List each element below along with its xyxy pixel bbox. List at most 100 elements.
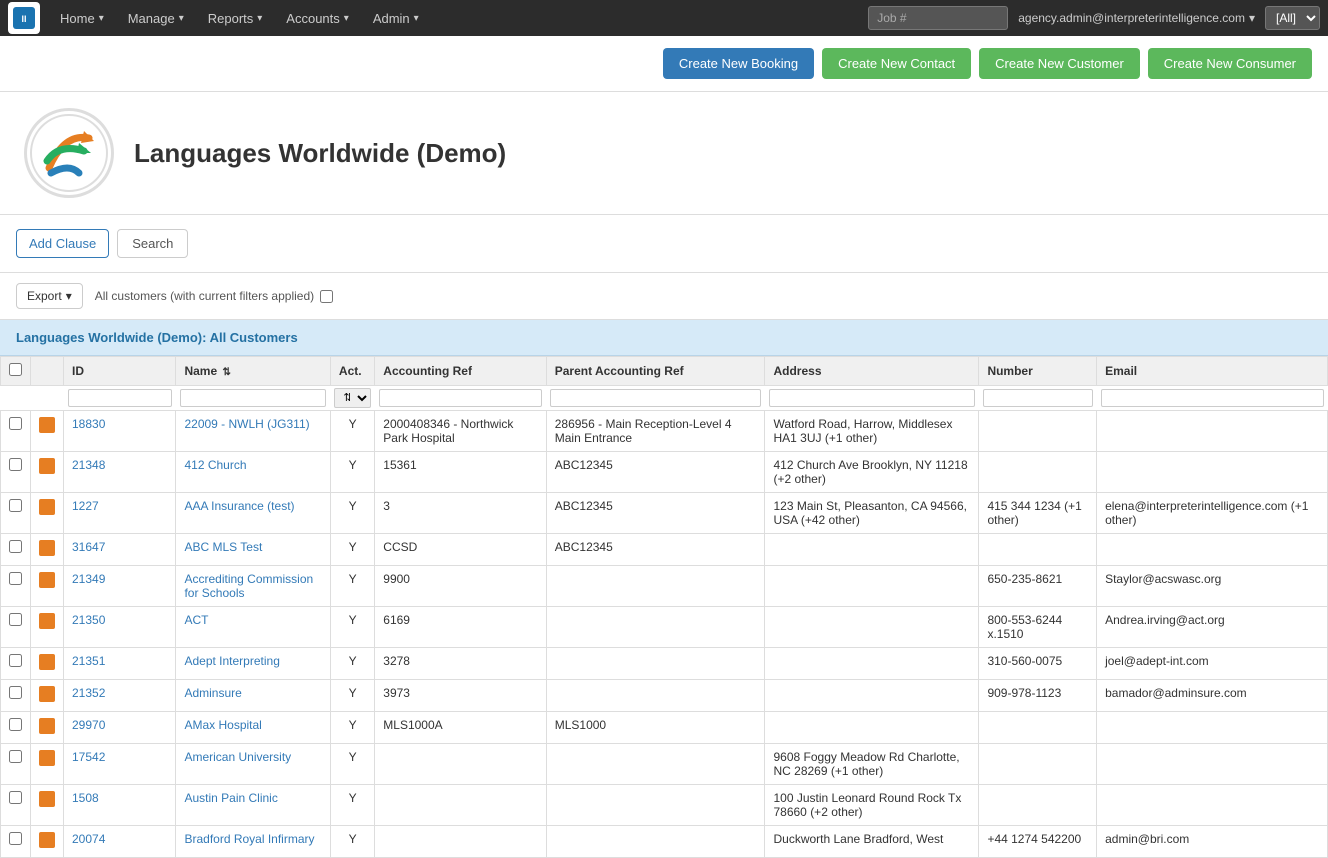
row-checkbox[interactable] <box>9 613 22 626</box>
id-link[interactable]: 17542 <box>72 750 105 764</box>
name-link[interactable]: 22009 - NWLH (JG311) <box>184 417 309 431</box>
row-orange-icon[interactable] <box>39 791 55 807</box>
id-link[interactable]: 20074 <box>72 832 105 846</box>
row-icon-cell <box>31 607 64 648</box>
name-link[interactable]: Bradford Royal Infirmary <box>184 832 314 846</box>
filter-name-input[interactable] <box>180 389 326 407</box>
row-orange-icon[interactable] <box>39 750 55 766</box>
filter-pacref-input[interactable] <box>550 389 761 407</box>
row-checkbox[interactable] <box>9 750 22 763</box>
row-email <box>1097 452 1328 493</box>
name-link[interactable]: Accrediting Commission for Schools <box>184 572 313 600</box>
row-checkbox[interactable] <box>9 572 22 585</box>
row-parent-accounting-ref <box>546 648 765 680</box>
row-email <box>1097 712 1328 744</box>
row-checkbox[interactable] <box>9 540 22 553</box>
row-orange-icon[interactable] <box>39 540 55 556</box>
create-new-contact-button[interactable]: Create New Contact <box>822 48 971 79</box>
row-checkbox[interactable] <box>9 791 22 804</box>
search-button[interactable]: Search <box>117 229 188 258</box>
row-accounting-ref: 2000408346 - Northwick Park Hospital <box>375 411 546 452</box>
row-checkbox[interactable] <box>9 417 22 430</box>
row-checkbox-cell <box>1 680 31 712</box>
create-new-customer-button[interactable]: Create New Customer <box>979 48 1140 79</box>
filter-bar: Add Clause Search <box>0 215 1328 273</box>
nav-manage[interactable]: Manage ▾ <box>116 0 196 36</box>
id-link[interactable]: 31647 <box>72 540 105 554</box>
row-checkbox-cell <box>1 712 31 744</box>
id-link[interactable]: 21349 <box>72 572 105 586</box>
th-name[interactable]: Name ⇅ <box>176 357 330 386</box>
filter-number-input[interactable] <box>983 389 1093 407</box>
nav-home[interactable]: Home ▾ <box>48 0 116 36</box>
job-search-input[interactable] <box>868 6 1008 30</box>
scope-select[interactable]: [All] <box>1265 6 1320 30</box>
name-link[interactable]: AMax Hospital <box>184 718 261 732</box>
row-name: Accrediting Commission for Schools <box>176 566 330 607</box>
row-accounting-ref: 15361 <box>375 452 546 493</box>
create-new-consumer-button[interactable]: Create New Consumer <box>1148 48 1312 79</box>
row-orange-icon[interactable] <box>39 686 55 702</box>
th-select-all[interactable] <box>1 357 31 386</box>
id-link[interactable]: 18830 <box>72 417 105 431</box>
row-id: 21351 <box>64 648 176 680</box>
filter-act-select[interactable]: ⇅ <box>334 388 370 408</box>
nav-reports[interactable]: Reports ▾ <box>196 0 275 36</box>
row-checkbox[interactable] <box>9 686 22 699</box>
filter-address-input[interactable] <box>769 389 975 407</box>
table-body: 18830 22009 - NWLH (JG311) Y 2000408346 … <box>1 411 1328 858</box>
row-orange-icon[interactable] <box>39 718 55 734</box>
row-orange-icon[interactable] <box>39 613 55 629</box>
row-checkbox-cell <box>1 452 31 493</box>
accounts-chevron-icon: ▾ <box>344 13 349 24</box>
row-orange-icon[interactable] <box>39 499 55 515</box>
row-orange-icon[interactable] <box>39 417 55 433</box>
row-act: Y <box>330 493 374 534</box>
filter-id-input[interactable] <box>68 389 172 407</box>
export-button[interactable]: Export ▾ <box>16 283 83 309</box>
filter-checkbox[interactable] <box>320 290 333 303</box>
row-accounting-ref <box>375 826 546 858</box>
add-clause-button[interactable]: Add Clause <box>16 229 109 258</box>
row-checkbox-cell <box>1 826 31 858</box>
id-link[interactable]: 1227 <box>72 499 99 513</box>
row-checkbox[interactable] <box>9 718 22 731</box>
row-orange-icon[interactable] <box>39 832 55 848</box>
create-new-booking-button[interactable]: Create New Booking <box>663 48 814 79</box>
row-checkbox[interactable] <box>9 654 22 667</box>
filter-acref-input[interactable] <box>379 389 542 407</box>
nav-accounts[interactable]: Accounts ▾ <box>274 0 361 36</box>
row-address: Duckworth Lane Bradford, West <box>765 826 979 858</box>
select-all-checkbox[interactable] <box>9 363 22 376</box>
name-link[interactable]: AAA Insurance (test) <box>184 499 294 513</box>
nav-admin[interactable]: Admin ▾ <box>361 0 431 36</box>
id-link[interactable]: 21351 <box>72 654 105 668</box>
th-id[interactable]: ID <box>64 357 176 386</box>
row-id: 21348 <box>64 452 176 493</box>
name-link[interactable]: Austin Pain Clinic <box>184 791 277 805</box>
name-link[interactable]: ABC MLS Test <box>184 540 262 554</box>
row-icon-cell <box>31 744 64 785</box>
th-accounting-ref: Accounting Ref <box>375 357 546 386</box>
row-parent-accounting-ref: MLS1000 <box>546 712 765 744</box>
row-icon-cell <box>31 566 64 607</box>
filter-email-input[interactable] <box>1101 389 1324 407</box>
row-checkbox[interactable] <box>9 832 22 845</box>
name-link[interactable]: ACT <box>184 613 208 627</box>
row-orange-icon[interactable] <box>39 572 55 588</box>
row-orange-icon[interactable] <box>39 654 55 670</box>
row-orange-icon[interactable] <box>39 458 55 474</box>
id-link[interactable]: 1508 <box>72 791 99 805</box>
row-checkbox-cell <box>1 493 31 534</box>
name-link[interactable]: 412 Church <box>184 458 246 472</box>
row-checkbox[interactable] <box>9 499 22 512</box>
id-link[interactable]: 21348 <box>72 458 105 472</box>
id-link[interactable]: 29970 <box>72 718 105 732</box>
row-checkbox[interactable] <box>9 458 22 471</box>
company-name: Languages Worldwide (Demo) <box>134 138 506 169</box>
id-link[interactable]: 21352 <box>72 686 105 700</box>
name-link[interactable]: Adept Interpreting <box>184 654 279 668</box>
name-link[interactable]: Adminsure <box>184 686 241 700</box>
id-link[interactable]: 21350 <box>72 613 105 627</box>
name-link[interactable]: American University <box>184 750 291 764</box>
